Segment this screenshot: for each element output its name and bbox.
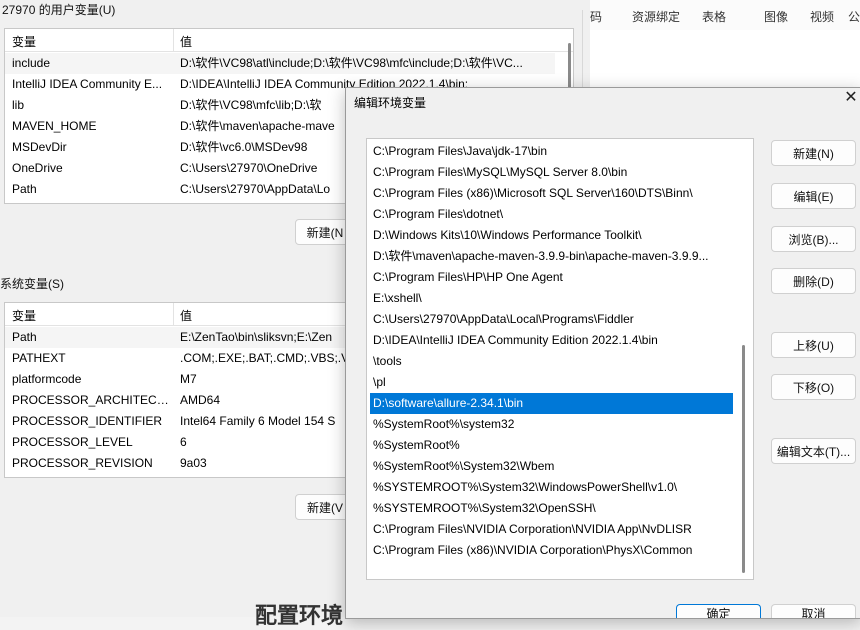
cancel-button[interactable]: 取消 xyxy=(771,604,856,618)
variable-name-cell: include xyxy=(12,56,51,70)
column-header-value[interactable]: 值 xyxy=(180,33,192,50)
delete-button[interactable]: 删除(D) xyxy=(771,268,856,294)
column-header-value[interactable]: 值 xyxy=(180,307,192,324)
column-header-variable[interactable]: 变量 xyxy=(12,33,36,50)
variable-name-cell: IntelliJ IDEA Community E... xyxy=(12,77,163,91)
column-header-variable[interactable]: 变量 xyxy=(12,307,36,324)
edit-button[interactable]: 编辑(E) xyxy=(771,183,856,209)
variable-name-cell: PROCESSOR_LEVEL xyxy=(12,435,133,449)
path-list-item[interactable]: %SYSTEMROOT%\System32\OpenSSH\ xyxy=(370,498,733,519)
background-app-toolbar: 码 资源绑定 表格 图像 视频 公 xyxy=(590,0,860,30)
path-list-item[interactable]: %SYSTEMROOT%\System32\WindowsPowerShell\… xyxy=(370,477,733,498)
path-list[interactable]: C:\Program Files\Java\jdk-17\bin C:\Progr… xyxy=(366,138,754,580)
toolbar-item-more[interactable]: 公 xyxy=(848,8,860,25)
column-separator xyxy=(173,303,174,325)
variable-name-cell: PATHEXT xyxy=(12,351,66,365)
table-row[interactable]: include D:\软件\VC98\atl\include;D:\软件\VC98… xyxy=(5,53,555,74)
path-list-item[interactable]: C:\Program Files\dotnet\ xyxy=(370,204,733,225)
path-list-item[interactable]: C:\Users\27970\AppData\Local\Programs\Fi… xyxy=(370,309,733,330)
dialog-title: 编辑环境变量 xyxy=(354,96,427,110)
variable-name-cell: MSDevDir xyxy=(12,140,67,154)
variable-name-cell: Path xyxy=(12,330,37,344)
path-list-scrollbar[interactable] xyxy=(735,139,753,579)
variable-name-cell: PROCESSOR_REVISION xyxy=(12,456,153,470)
variable-name-cell: Path xyxy=(12,182,37,196)
path-list-item[interactable]: D:\Windows Kits\10\Windows Performance T… xyxy=(370,225,733,246)
background-heading: 配置环境 xyxy=(255,603,344,628)
path-list-item[interactable]: \pl xyxy=(370,372,733,393)
move-down-button[interactable]: 下移(O) xyxy=(771,374,856,400)
path-list-item[interactable]: %SystemRoot% xyxy=(370,435,733,456)
path-list-item[interactable]: D:\IDEA\IntelliJ IDEA Community Edition … xyxy=(370,330,733,351)
variable-name-cell: PROCESSOR_ARCHITECT... xyxy=(12,393,172,407)
toolbar-item-video[interactable]: 视频 xyxy=(810,8,834,25)
user-vars-title: 27970 的用户变量(U) xyxy=(2,3,116,17)
close-icon[interactable]: ✕ xyxy=(843,90,859,106)
edit-text-button[interactable]: 编辑文本(T)... xyxy=(771,438,856,464)
variable-name-cell: PROCESSOR_IDENTIFIER xyxy=(12,414,163,428)
scrollbar-thumb[interactable] xyxy=(742,345,745,573)
user-vars-header: 变量 值 xyxy=(5,29,573,52)
path-list-item[interactable]: D:\软件\maven\apache-maven-3.9.9-bin\apach… xyxy=(370,246,733,267)
path-list-item[interactable]: E:\xshell\ xyxy=(370,288,733,309)
new-button[interactable]: 新建(N) xyxy=(771,140,856,166)
variable-name-cell: MAVEN_HOME xyxy=(12,119,97,133)
path-list-item[interactable]: C:\Program Files (x86)\Microsoft SQL Ser… xyxy=(370,183,733,204)
column-separator xyxy=(173,29,174,51)
path-list-item[interactable]: C:\Program Files (x86)\NVIDIA Corporatio… xyxy=(370,540,733,561)
path-list-item[interactable]: C:\Program Files\MySQL\MySQL Server 8.0\… xyxy=(370,162,733,183)
toolbar-item-resource-binding[interactable]: 资源绑定 xyxy=(632,8,680,25)
browse-button[interactable]: 浏览(B)... xyxy=(771,226,856,252)
edit-env-var-dialog: 编辑环境变量 ✕ C:\Program Files\Java\jdk-17\bi… xyxy=(345,87,860,619)
variable-name-cell: OneDrive xyxy=(12,161,63,175)
path-list-item[interactable]: C:\Program Files\NVIDIA Corporation\NVID… xyxy=(370,519,733,540)
variable-name-cell: lib xyxy=(12,98,25,112)
toolbar-item-table[interactable]: 表格 xyxy=(702,8,726,25)
path-list-item[interactable]: \tools xyxy=(370,351,733,372)
toolbar-item-image[interactable]: 图像 xyxy=(764,8,788,25)
path-list-item[interactable]: C:\Program Files\HP\HP One Agent xyxy=(370,267,733,288)
toolbar-item-code[interactable]: 码 xyxy=(590,8,602,25)
ok-button[interactable]: 确定 xyxy=(676,604,761,618)
path-list-item[interactable]: %SystemRoot%\System32\Wbem xyxy=(370,456,733,477)
variable-value-cell: D:\软件\VC98\atl\include;D:\软件\VC98\mfc\in… xyxy=(180,56,523,70)
sys-vars-title: 系统变量(S) xyxy=(0,277,64,291)
path-list-item[interactable]: C:\Program Files\Java\jdk-17\bin xyxy=(370,141,733,162)
path-list-item[interactable]: D:\software\allure-2.34.1\bin xyxy=(370,393,733,414)
path-list-item[interactable]: %SystemRoot%\system32 xyxy=(370,414,733,435)
variable-name-cell: platformcode xyxy=(12,372,82,386)
move-up-button[interactable]: 上移(U) xyxy=(771,332,856,358)
